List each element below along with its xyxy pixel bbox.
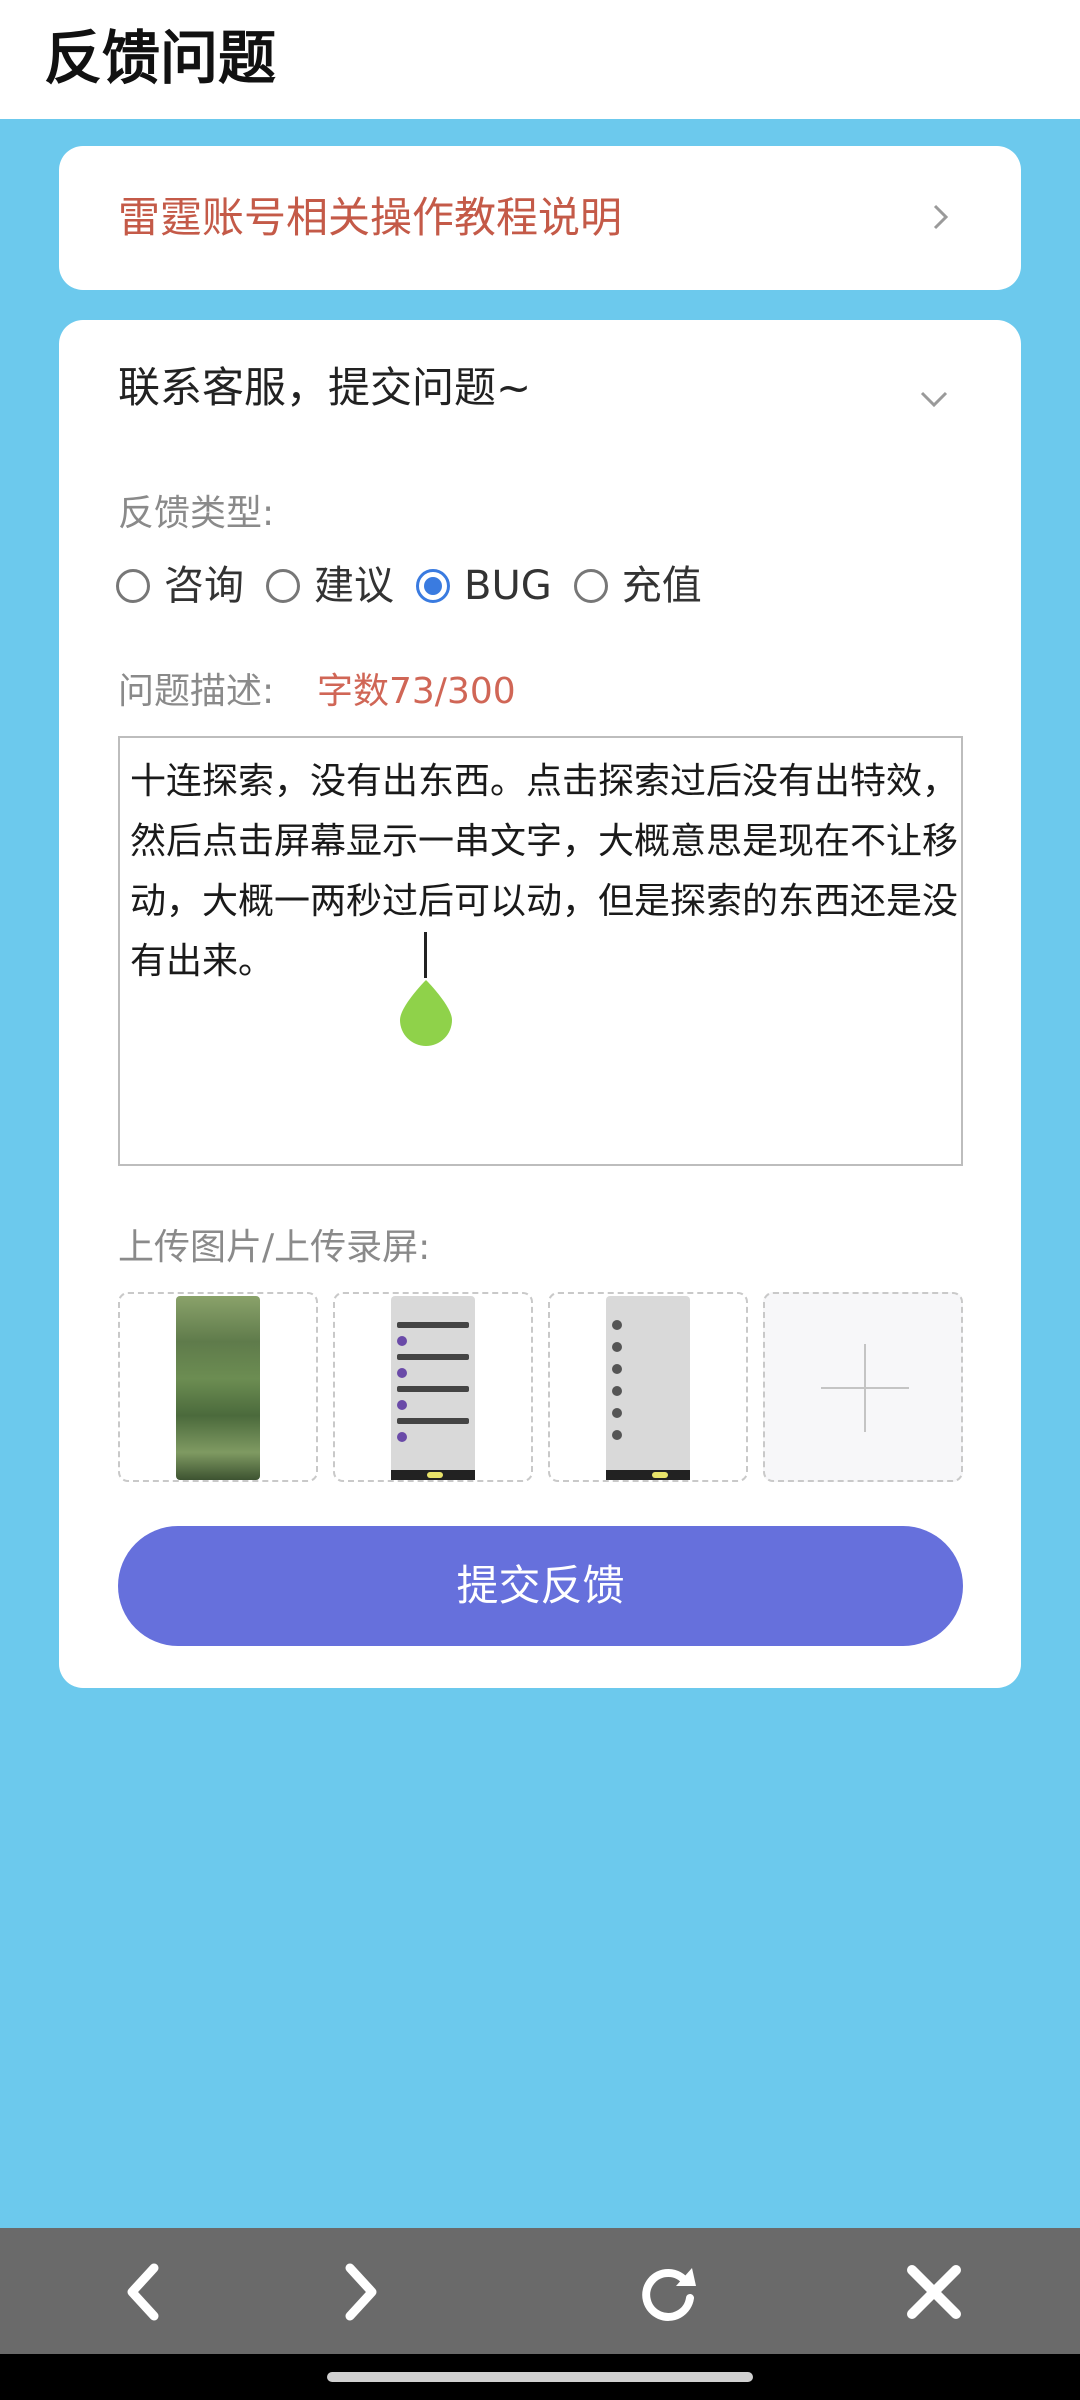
list-screenshot-image: [391, 1296, 475, 1480]
feedback-type-radio-group: 咨询 建议 BUG 充值: [116, 558, 724, 614]
radio-button[interactable]: [116, 569, 150, 603]
page-title: 反馈问题: [44, 24, 277, 92]
description-text: 十连探索，没有出东西。点击探索过后没有出特效，然后点击屏幕显示一串文字，大概意思…: [130, 761, 959, 982]
chevron-down-icon[interactable]: [917, 382, 951, 416]
add-upload-button[interactable]: [763, 1292, 963, 1482]
description-textarea[interactable]: 十连探索，没有出东西。点击探索过后没有出特效，然后点击屏幕显示一串文字，大概意思…: [118, 736, 963, 1166]
feedback-form-card: 联系客服，提交问题~ 反馈类型: 咨询 建议 BUG 充值 问题描述: 字数73…: [59, 320, 1021, 1688]
radio-consult[interactable]: 咨询: [116, 558, 244, 614]
char-count: 字数73/300: [317, 671, 516, 712]
system-gesture-bar: [0, 2354, 1080, 2400]
refresh-icon[interactable]: [636, 2260, 700, 2324]
radio-label: 充值: [621, 563, 702, 609]
close-icon[interactable]: [902, 2260, 966, 2324]
radio-button[interactable]: [266, 569, 300, 603]
text-cursor: [424, 932, 427, 978]
radio-bug[interactable]: BUG: [416, 558, 552, 614]
radio-button-selected[interactable]: [416, 569, 450, 603]
upload-thumbnails: [118, 1292, 963, 1482]
description-label: 问题描述:: [118, 671, 275, 712]
cursor-handle-icon[interactable]: [397, 978, 455, 1046]
browser-nav-bar: [0, 2228, 1080, 2354]
back-icon[interactable]: [114, 2260, 178, 2324]
feedback-type-label: 反馈类型:: [118, 493, 275, 534]
radio-suggest[interactable]: 建议: [266, 558, 394, 614]
radio-recharge[interactable]: 充值: [573, 558, 702, 614]
chevron-right-icon: [933, 204, 949, 230]
tutorial-link-label: 雷霆账号相关操作教程说明: [118, 193, 623, 242]
forward-icon[interactable]: [326, 2260, 390, 2324]
app-header: 反馈问题: [0, 0, 1080, 119]
list-screenshot-image: [606, 1296, 690, 1480]
home-indicator[interactable]: [327, 2372, 753, 2382]
radio-label: BUG: [464, 563, 552, 609]
upload-thumbnail-2[interactable]: [333, 1292, 533, 1482]
submit-feedback-button[interactable]: 提交反馈: [118, 1526, 963, 1646]
upload-thumbnail-3[interactable]: [548, 1292, 748, 1482]
game-screenshot-image: [176, 1296, 260, 1480]
upload-thumbnail-1[interactable]: [118, 1292, 318, 1482]
radio-label: 咨询: [164, 563, 244, 609]
tutorial-link-card[interactable]: 雷霆账号相关操作教程说明: [59, 146, 1021, 290]
upload-label: 上传图片/上传录屏:: [118, 1227, 431, 1268]
radio-label: 建议: [314, 563, 394, 609]
radio-button[interactable]: [573, 569, 608, 603]
section-title: 联系客服，提交问题~: [118, 363, 532, 412]
